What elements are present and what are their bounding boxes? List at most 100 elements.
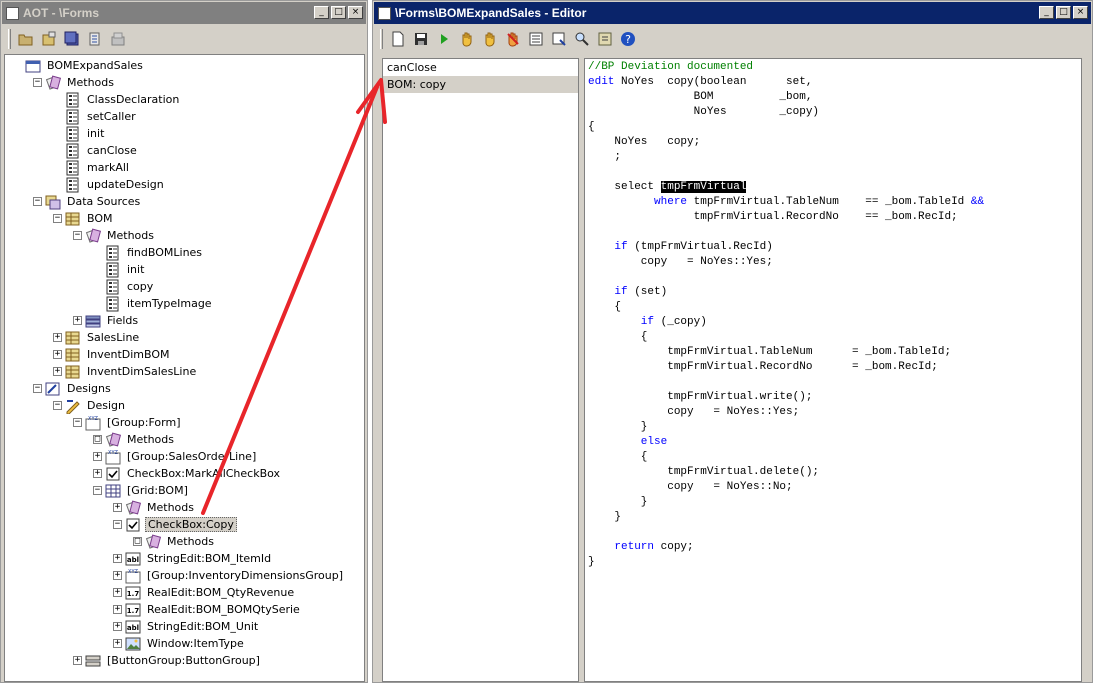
tree-node-label[interactable]: Methods [105, 229, 156, 242]
enable-breakpoint-icon[interactable] [480, 29, 500, 49]
tree-node-label[interactable]: Fields [105, 314, 140, 327]
code-editor[interactable]: //BP Deviation documented edit NoYes copy… [584, 58, 1082, 682]
vertical-scrollbar[interactable] [1082, 58, 1092, 682]
tree-node[interactable]: ClassDeclaration [65, 91, 181, 108]
expand-button[interactable]: + [73, 316, 82, 325]
tree-node[interactable]: [ButtonGroup:ButtonGroup] [85, 652, 262, 669]
tree-node[interactable]: XYZ [Group:SalesOrderLine] [105, 448, 258, 465]
tree-node-label[interactable]: findBOMLines [125, 246, 204, 259]
method-list-item[interactable]: BOM: copy [383, 76, 578, 93]
tree-node[interactable]: CheckBox:MarkAllCheckBox [105, 465, 282, 482]
tree-node[interactable]: CheckBox:Copy [125, 516, 237, 533]
editor-title-bar[interactable]: \Forms\BOMExpandSales - Editor _ □ × [374, 2, 1091, 24]
aot-tree[interactable]: BOMExpandSales − Methods ClassDeclaration se… [4, 54, 365, 682]
tree-node[interactable]: setCaller [65, 108, 138, 125]
tree-node-label[interactable]: Methods [165, 535, 216, 548]
tree-node-label[interactable]: ClassDeclaration [85, 93, 181, 106]
tree-node-label[interactable]: copy [125, 280, 155, 293]
tree-node-label[interactable]: RealEdit:BOM_BOMQtySerie [145, 603, 302, 616]
tree-node-label[interactable]: markAll [85, 161, 131, 174]
tree-node[interactable]: canClose [65, 142, 139, 159]
help-icon[interactable]: ? [618, 29, 638, 49]
expand-button[interactable]: + [113, 571, 122, 580]
new-icon[interactable] [388, 29, 408, 49]
list-icon[interactable] [526, 29, 546, 49]
collapse-button[interactable]: − [33, 78, 42, 87]
tree-node[interactable]: XYZ [Group:InventoryDimensionsGroup] [125, 567, 345, 584]
collapse-button[interactable]: − [33, 197, 42, 206]
script-icon[interactable] [595, 29, 615, 49]
tree-node-label[interactable]: BOMExpandSales [45, 59, 145, 72]
tree-node-label[interactable]: [Group:InventoryDimensionsGroup] [145, 569, 345, 582]
tree-node-label[interactable]: init [125, 263, 146, 276]
collapse-button[interactable]: − [93, 486, 102, 495]
expand-button[interactable]: + [93, 469, 102, 478]
tree-node[interactable]: Fields [85, 312, 140, 329]
tree-node[interactable]: Design [65, 397, 127, 414]
tree-node-label[interactable]: StringEdit:BOM_ItemId [145, 552, 273, 565]
tree-node[interactable]: findBOMLines [105, 244, 204, 261]
compile-icon[interactable] [85, 29, 105, 49]
expand-button[interactable]: + [73, 656, 82, 665]
expand-button[interactable]: + [113, 503, 122, 512]
tree-node[interactable]: Window:ItemType [125, 635, 246, 652]
tree-node[interactable]: XYZ [Group:Form] [85, 414, 183, 431]
empty-node-box[interactable]: □ [93, 435, 102, 444]
minimize-button[interactable]: _ [314, 6, 329, 19]
minimize-button[interactable]: _ [1039, 6, 1054, 19]
maximize-button[interactable]: □ [1056, 6, 1071, 19]
lookup-icon[interactable] [549, 29, 569, 49]
tree-node[interactable]: BOM [65, 210, 115, 227]
tree-node-label[interactable]: updateDesign [85, 178, 166, 191]
tree-node-label[interactable]: SalesLine [85, 331, 141, 344]
tree-node-label[interactable]: [Group:SalesOrderLine] [125, 450, 258, 463]
close-button[interactable]: × [348, 6, 363, 19]
tree-node-label[interactable]: [Group:Form] [105, 416, 183, 429]
expand-button[interactable]: + [113, 588, 122, 597]
tree-node[interactable]: InventDimSalesLine [65, 363, 198, 380]
toolbar-grip[interactable] [8, 29, 11, 49]
tree-node[interactable]: init [65, 125, 106, 142]
tree-node-label[interactable]: Design [85, 399, 127, 412]
close-button[interactable]: × [1073, 6, 1088, 19]
expand-button[interactable]: + [113, 639, 122, 648]
tree-node-label[interactable]: CheckBox:MarkAllCheckBox [125, 467, 282, 480]
run-icon[interactable] [434, 29, 454, 49]
tree-node[interactable]: 1.7 RealEdit:BOM_BOMQtySerie [125, 601, 302, 618]
tree-node[interactable]: InventDimBOM [65, 346, 172, 363]
collapse-button[interactable]: − [113, 520, 122, 529]
save-icon[interactable] [411, 29, 431, 49]
tree-node-label[interactable]: Window:ItemType [145, 637, 246, 650]
tree-node-label[interactable]: setCaller [85, 110, 138, 123]
remove-breakpoints-icon[interactable] [503, 29, 523, 49]
tree-node-label[interactable]: canClose [85, 144, 139, 157]
tree-node[interactable]: Methods [125, 499, 196, 516]
expand-button[interactable]: + [53, 367, 62, 376]
expand-button[interactable]: + [93, 452, 102, 461]
tree-node[interactable]: updateDesign [65, 176, 166, 193]
maximize-button[interactable]: □ [331, 6, 346, 19]
tree-node-label[interactable]: Methods [65, 76, 116, 89]
tree-node-label[interactable]: InventDimBOM [85, 348, 172, 361]
tree-node[interactable]: abl StringEdit:BOM_Unit [125, 618, 260, 635]
empty-node-box[interactable]: □ [133, 537, 142, 546]
expand-button[interactable]: + [53, 350, 62, 359]
tree-node[interactable]: itemTypeImage [105, 295, 214, 312]
properties-icon[interactable] [39, 29, 59, 49]
tree-node[interactable]: Designs [45, 380, 113, 397]
collapse-button[interactable]: − [33, 384, 42, 393]
toolbar-grip[interactable] [380, 29, 383, 49]
tree-node[interactable]: markAll [65, 159, 131, 176]
tree-node-label[interactable]: Data Sources [65, 195, 142, 208]
expand-button[interactable]: + [53, 333, 62, 342]
open-icon[interactable] [16, 29, 36, 49]
tree-node[interactable]: Methods [145, 533, 216, 550]
aot-title-bar[interactable]: AOT - \Forms _ □ × [2, 2, 366, 24]
tree-node[interactable]: BOMExpandSales [25, 57, 145, 74]
tree-node[interactable]: abl StringEdit:BOM_ItemId [125, 550, 273, 567]
tree-node[interactable]: init [105, 261, 146, 278]
tree-node-label[interactable]: Methods [125, 433, 176, 446]
tree-node[interactable]: Methods [105, 431, 176, 448]
tree-node-label[interactable]: RealEdit:BOM_QtyRevenue [145, 586, 296, 599]
collapse-button[interactable]: − [53, 214, 62, 223]
